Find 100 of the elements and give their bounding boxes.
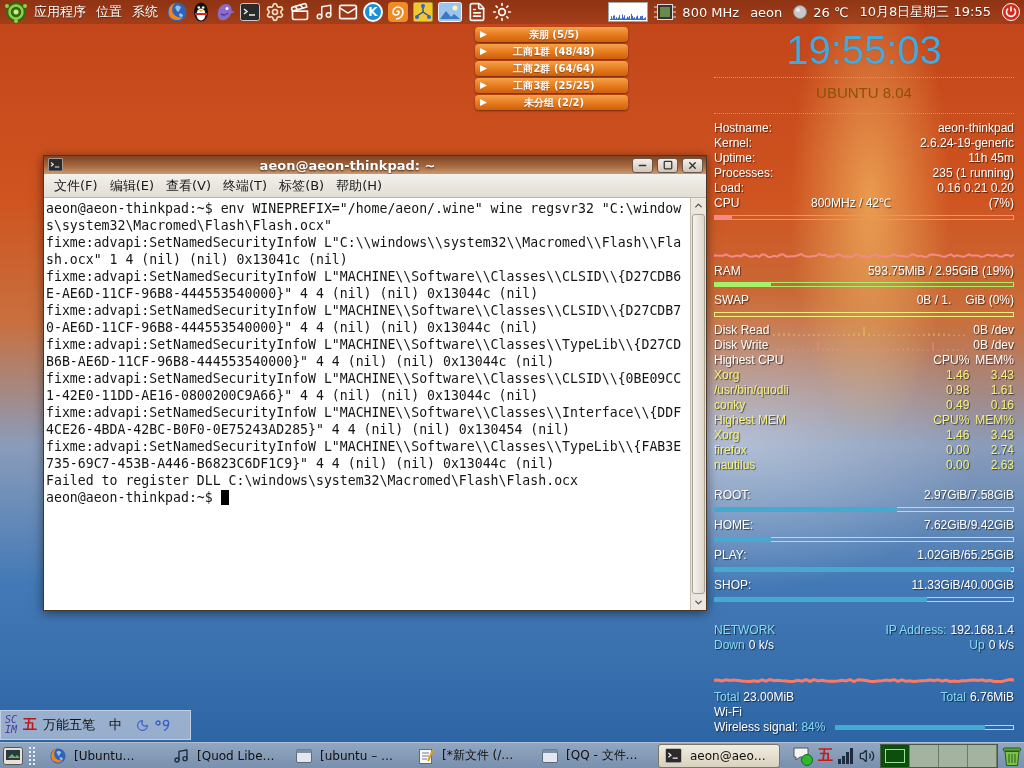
system-load-graph[interactable] — [608, 2, 649, 22]
workspace-cell[interactable] — [968, 744, 997, 767]
task-button[interactable]: [Ubuntu… — [43, 743, 165, 768]
process-name: Xorg — [714, 428, 740, 443]
task-button[interactable]: aeon@aeo… — [658, 743, 780, 768]
scim-logo[interactable]: SCIM — [5, 715, 18, 735]
terminal-line: B6B-AE6D-11CF-96B8-444553540000}" 4 4 (nil) (nil) 0x13044c (nil) — [46, 353, 556, 370]
globe-icon — [50, 747, 66, 764]
signal-icon[interactable] — [838, 747, 854, 764]
process-name: conky — [714, 398, 746, 413]
menu-item[interactable]: 查看(V) — [161, 175, 217, 196]
scrollbar-thumb[interactable] — [692, 214, 705, 594]
task-button[interactable]: [*新文件 (/… — [412, 743, 534, 768]
disk-value: 0B /dev — [973, 338, 1014, 353]
minimize-button[interactable] — [632, 157, 653, 173]
disk-label: Disk Read — [714, 323, 771, 338]
workspace-cell[interactable] — [939, 744, 968, 767]
punctuation-icon[interactable] — [155, 719, 172, 731]
user-menu[interactable]: aeon — [745, 1, 788, 23]
globe-icon[interactable] — [167, 2, 187, 22]
network-value: 0 k/s — [748, 638, 775, 653]
network-icon[interactable] — [413, 2, 433, 22]
moon-icon — [793, 5, 808, 19]
scroll-up-button[interactable] — [691, 198, 706, 213]
network-label: IP Address: — [885, 623, 947, 638]
terminal-line: 4CE26-4BDA-42BC-B0F0-0E75243AD285}" 4 4 (nil) (nil) 0x130454 (nil) — [46, 421, 571, 438]
info-label: Load: — [714, 181, 745, 196]
show-desktop-icon[interactable] — [3, 746, 23, 765]
power-icon[interactable] — [1002, 3, 1020, 21]
input-method-name[interactable]: 万能五笔 — [43, 716, 96, 734]
panel-menu[interactable]: 应用程序 — [29, 1, 91, 23]
menu-item[interactable]: 标签(B) — [274, 175, 330, 196]
round-emblem-icon[interactable] — [3, 1, 29, 23]
notepad-icon — [419, 747, 434, 764]
chat-bubble-icon[interactable] — [793, 745, 813, 766]
terminal-line: aeon@aeon-thinkpad:~$ env WINEPREFIX="/home/aeon/.wine" wine regsvr32 "C:\window — [46, 200, 683, 217]
process-cpu: 0.00 — [945, 458, 970, 473]
window-icon — [542, 748, 558, 763]
process-header: Highest CPU — [714, 353, 784, 368]
terminal-icon — [665, 747, 682, 764]
info-value: 0.16 0.21 0.20 — [937, 181, 1014, 196]
filesystem-label: HOME: — [714, 518, 754, 533]
filesystem-label: ROOT: — [714, 488, 751, 503]
filesystem-value: 11.33GiB/40.00GiB — [911, 578, 1014, 593]
workspace-cell[interactable] — [881, 744, 910, 767]
grip-icon — [29, 745, 35, 766]
music-note-icon[interactable] — [315, 3, 333, 21]
app-launcher[interactable]: K — [363, 2, 383, 22]
terminal-line: fixme:advapi:SetNamedSecurityInfoW L"MACHINE\\Software\\Classes\\TypeLib\\{D27CD — [46, 336, 683, 353]
swirl-icon[interactable] — [388, 2, 408, 22]
speaker-icon[interactable] — [859, 747, 875, 764]
terminal-line: sh.ocx" 1 4 (nil) (nil) 0x13041c (nil) — [46, 251, 349, 268]
close-button[interactable] — [682, 157, 703, 173]
panel-menu[interactable]: 系统 — [127, 1, 163, 23]
window-title: aeon@aeon-thinkpad: ~ — [258, 157, 437, 173]
close-icon — [687, 159, 698, 171]
column-header: CPU% — [933, 353, 970, 368]
task-button[interactable]: [QQ - 文件… — [535, 743, 657, 768]
menu-item[interactable]: 终端(T) — [218, 175, 273, 196]
info-value: 235 (1 running) — [932, 166, 1014, 181]
network-label: Total — [940, 690, 966, 705]
memory-label: RAM — [714, 264, 741, 279]
penguin-icon[interactable] — [192, 2, 210, 22]
filesystem-value: 7.62GiB/9.42GiB — [923, 518, 1014, 533]
maximize-button[interactable] — [657, 157, 678, 173]
network-value: 6.76MiB — [969, 690, 1014, 705]
filesystem-value: 2.97GiB/7.58GiB — [923, 488, 1014, 503]
process-mem: 3.43 — [990, 368, 1014, 383]
trash-icon[interactable] — [1003, 745, 1021, 766]
bird-icon[interactable] — [215, 2, 235, 22]
envelope-icon[interactable] — [338, 2, 358, 22]
menu-item[interactable]: 文件(F) — [49, 175, 103, 196]
scroll-down-button[interactable] — [691, 595, 706, 610]
document-icon[interactable] — [467, 2, 487, 22]
column-header: CPU% — [933, 413, 970, 428]
terminal-icon[interactable] — [240, 3, 260, 21]
terminal-line: Failed to register DLL C:\windows\system32\Macromed\Flash\Flash.ocx — [46, 472, 579, 489]
clapperboard-icon[interactable] — [290, 2, 310, 22]
memory-value: GiB (0%) — [965, 293, 1014, 308]
gear-icon[interactable] — [265, 2, 285, 22]
panel-menu[interactable]: 位置 — [91, 1, 127, 23]
memory-value: 0B / 1. — [916, 293, 952, 308]
filesystem-value: 1.02GiB/65.25GiB — [917, 548, 1014, 563]
cpu-frequency: 800 MHz — [682, 4, 740, 20]
network-label: Down — [714, 638, 745, 653]
menu-item[interactable]: 帮助(H) — [331, 175, 388, 196]
caret-down-icon — [693, 597, 704, 608]
process-cpu: 0.49 — [945, 398, 970, 413]
info-label: CPU — [714, 196, 741, 211]
process-name: firefox — [714, 443, 747, 458]
info-value: (7%) — [988, 196, 1014, 211]
task-button[interactable]: [Quod Libe… — [166, 743, 288, 768]
panel-clock[interactable]: 10月8日星期三 19:55 — [854, 1, 996, 23]
menu-item[interactable]: 编辑(E) — [104, 175, 159, 196]
language-mode[interactable]: 中 — [109, 716, 123, 734]
sun-icon[interactable] — [492, 2, 512, 22]
picture-icon[interactable] — [438, 2, 462, 22]
terminal-line: fixme:advapi:SetNamedSecurityInfoW L"C:\\windows\\system32\\Macromed\\Flash\\Fla — [46, 234, 683, 251]
workspace-cell[interactable] — [910, 744, 939, 767]
task-button[interactable]: [ubuntu – … — [289, 743, 411, 768]
